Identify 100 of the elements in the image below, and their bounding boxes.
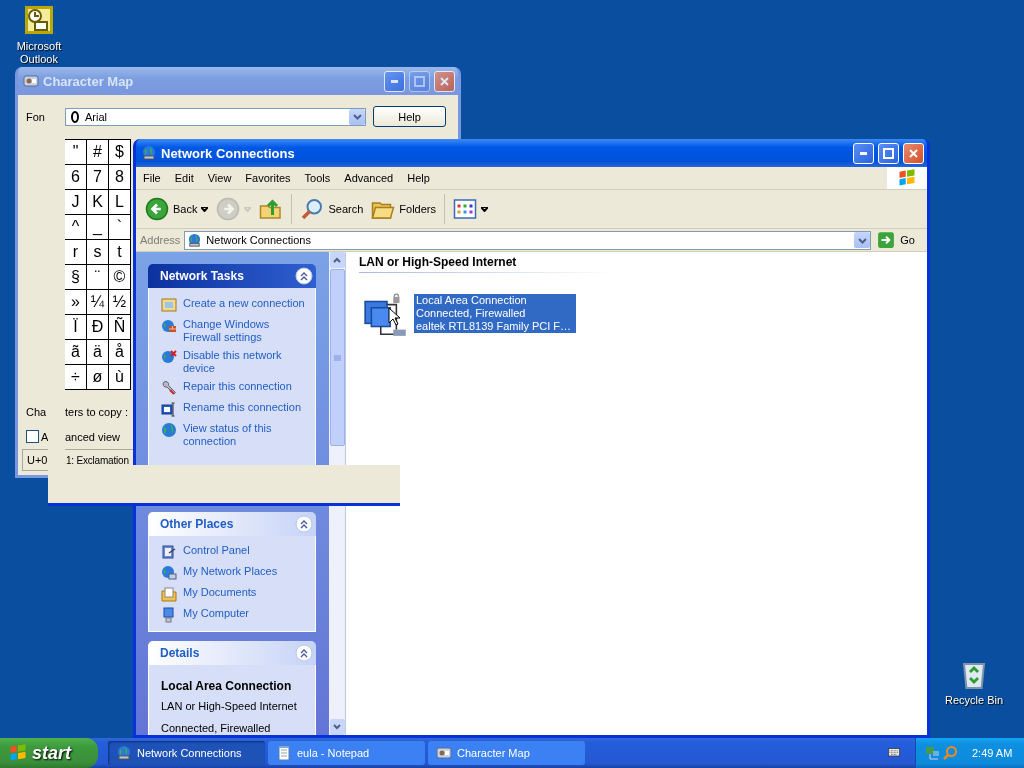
character-cell[interactable]: ø: [87, 365, 109, 390]
menu-item[interactable]: Edit: [167, 172, 201, 184]
icon-label[interactable]: Recycle Bin: [944, 694, 1004, 707]
globe-wall-icon: [161, 318, 177, 334]
window-title: Character Map: [43, 73, 135, 89]
task-link[interactable]: Repair this connection: [161, 380, 309, 396]
group-heading: LAN or High-Speed Internet: [359, 255, 616, 273]
mail-clock-icon: [23, 4, 55, 36]
character-cell[interactable]: K: [87, 190, 109, 215]
font-label: Fon: [26, 110, 45, 123]
caret-icon: [201, 206, 209, 212]
font-type-icon: [70, 110, 80, 123]
search-button[interactable]: Search: [297, 195, 367, 223]
collapse-icon[interactable]: [295, 267, 313, 285]
flag-icon: [897, 168, 917, 188]
menu-item[interactable]: Tools: [297, 172, 338, 184]
character-cell[interactable]: ã: [65, 340, 87, 365]
character-cell[interactable]: s: [87, 240, 109, 265]
menu-item[interactable]: Help: [400, 172, 437, 184]
character-cell[interactable]: Ñ: [109, 315, 131, 340]
character-cell[interactable]: ä: [87, 340, 109, 365]
icon-label[interactable]: Microsoft Outlook: [1, 40, 77, 66]
character-cell[interactable]: L: [109, 190, 131, 215]
globe-cross-icon: [161, 349, 177, 365]
character-cell[interactable]: 6: [65, 165, 87, 190]
character-cell[interactable]: å: [109, 340, 131, 365]
close-button[interactable]: [903, 142, 924, 164]
character-cell[interactable]: §: [65, 265, 87, 290]
globe-computer-icon: [141, 145, 157, 161]
task-link[interactable]: Disable this network device: [161, 349, 309, 375]
character-cell[interactable]: ÷: [65, 365, 87, 390]
character-cell[interactable]: #: [87, 140, 109, 165]
maximize-button[interactable]: [878, 142, 899, 164]
details-heading: Local Area Connection: [161, 679, 293, 693]
views-icon: [453, 197, 477, 221]
minimize-icon: [391, 79, 398, 83]
task-link[interactable]: My Network Places: [161, 565, 309, 581]
character-cell[interactable]: Ï: [65, 315, 87, 340]
taskbar-button[interactable]: Network Connections: [108, 741, 265, 765]
taskbar-button[interactable]: Character Map: [428, 741, 585, 765]
character-cell[interactable]: t: [109, 240, 131, 265]
maximize-icon: [882, 146, 895, 160]
task-link[interactable]: Create a new connection: [161, 297, 309, 313]
go-button[interactable]: Go: [875, 231, 925, 249]
minimize-button[interactable]: [853, 142, 874, 164]
character-cell[interactable]: ¼: [87, 290, 109, 315]
character-cell[interactable]: 7: [87, 165, 109, 190]
menu-item[interactable]: File: [136, 172, 168, 184]
character-cell[interactable]: ½: [109, 290, 131, 315]
task-link[interactable]: Control Panel: [161, 544, 309, 560]
character-cell[interactable]: _: [87, 215, 109, 240]
back-icon: [145, 197, 169, 221]
taskbar-button[interactable]: eula - Notepad: [268, 741, 425, 765]
character-cell[interactable]: Ð: [87, 315, 109, 340]
character-cell[interactable]: ©: [109, 265, 131, 290]
folders-button[interactable]: Folders: [368, 195, 439, 223]
collapse-icon[interactable]: [295, 515, 313, 533]
pane-header[interactable]: Other Places: [148, 512, 316, 536]
dropdown-icon: [857, 235, 867, 245]
search-icon: [942, 745, 958, 761]
character-cell[interactable]: J: [65, 190, 87, 215]
collapse-icon[interactable]: [295, 644, 313, 662]
menu-item[interactable]: Favorites: [238, 172, 298, 184]
notepad-icon: [276, 745, 292, 761]
character-cell[interactable]: 8: [109, 165, 131, 190]
character-cell[interactable]: `: [109, 215, 131, 240]
character-cell[interactable]: »: [65, 290, 87, 315]
connection-label[interactable]: Local Area Connection Connected, Firewalled ealtek RTL8139 Family PCI F…: [414, 294, 576, 333]
back-button[interactable]: Back: [142, 195, 212, 223]
address-label: Address: [140, 234, 181, 246]
scrollbar[interactable]: [329, 252, 346, 735]
network-globe-icon: [161, 565, 177, 581]
label-text: U+0: [27, 454, 48, 466]
label-text: ters to copy :: [65, 406, 128, 418]
task-link[interactable]: My Documents: [161, 586, 309, 602]
scroll-down-icon: [333, 724, 341, 730]
globe-icon: [161, 422, 177, 438]
character-cell[interactable]: ù: [109, 365, 131, 390]
character-cell[interactable]: $: [109, 140, 131, 165]
address-field[interactable]: Network Connections: [184, 230, 872, 250]
character-cell[interactable]: r: [65, 240, 87, 265]
menu-item[interactable]: Advanced: [337, 172, 401, 184]
pointer-icon: [388, 307, 400, 326]
character-cell[interactable]: ¨: [87, 265, 109, 290]
clock[interactable]: 2:49 AM: [972, 747, 1013, 759]
forward-icon: [216, 197, 241, 221]
task-link[interactable]: Rename this connection: [161, 401, 309, 417]
search-icon: [300, 197, 325, 221]
character-cell[interactable]: ^: [65, 215, 87, 240]
task-link[interactable]: My Computer: [161, 607, 309, 623]
task-link[interactable]: Change Windows Firewall settings: [161, 318, 309, 344]
caret-icon: [244, 206, 252, 212]
character-cell[interactable]: ": [65, 140, 87, 165]
dropdown-icon: [352, 112, 362, 121]
pane-header[interactable]: Network Tasks: [148, 264, 316, 288]
pane-header[interactable]: Details: [148, 641, 316, 665]
maximize-icon: [413, 74, 426, 88]
menu-item[interactable]: View: [200, 172, 239, 184]
start-button[interactable]: start: [0, 738, 98, 768]
task-link[interactable]: View status of this connection: [161, 422, 309, 448]
